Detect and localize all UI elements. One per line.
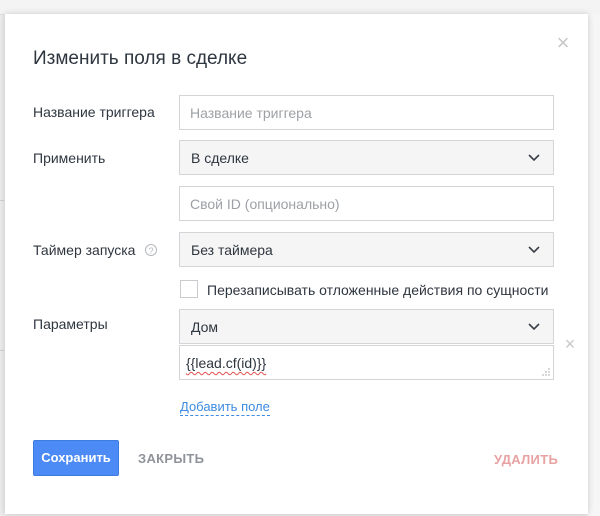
background-divider (0, 200, 4, 201)
trigger-name-label: Название триггера (33, 104, 155, 120)
add-field-link[interactable]: Добавить поле (180, 399, 270, 416)
params-label: Параметры (33, 316, 108, 332)
timer-label: Таймер запуска (33, 242, 136, 258)
close-button[interactable]: ЗАКРЫТЬ (138, 451, 204, 466)
background-header (0, 0, 600, 15)
chevron-down-icon (528, 246, 540, 254)
chevron-down-icon (528, 154, 540, 162)
param-field-select[interactable]: Дом (179, 309, 554, 344)
close-icon[interactable]: × (554, 32, 572, 54)
overwrite-checkbox[interactable] (180, 280, 198, 298)
trigger-name-input[interactable] (179, 95, 554, 130)
info-icon[interactable]: ? (145, 244, 157, 256)
param-value-text: {{lead.cf(id)}} (186, 355, 267, 371)
apply-select-value: В сделке (191, 150, 249, 166)
apply-select[interactable]: В сделке (179, 140, 554, 175)
close-icon[interactable]: × (563, 335, 577, 353)
timer-select[interactable]: Без таймера (179, 232, 554, 267)
param-value-textarea[interactable]: {{lead.cf(id)}} (179, 345, 554, 380)
chevron-down-icon (528, 323, 540, 331)
background-right-panel (588, 14, 600, 516)
custom-id-input[interactable] (179, 186, 554, 221)
modal-title: Изменить поля в сделке (33, 48, 248, 69)
background-divider (0, 350, 4, 351)
delete-button[interactable]: УДАЛИТЬ (494, 452, 558, 467)
apply-label: Применить (33, 150, 106, 166)
overwrite-checkbox-label[interactable]: Перезаписывать отложенные действия по су… (207, 282, 548, 298)
save-button[interactable]: Сохранить (33, 440, 119, 476)
resize-handle-icon[interactable] (542, 368, 550, 376)
param-field-select-value: Дом (191, 319, 219, 335)
timer-select-value: Без таймера (191, 242, 273, 258)
